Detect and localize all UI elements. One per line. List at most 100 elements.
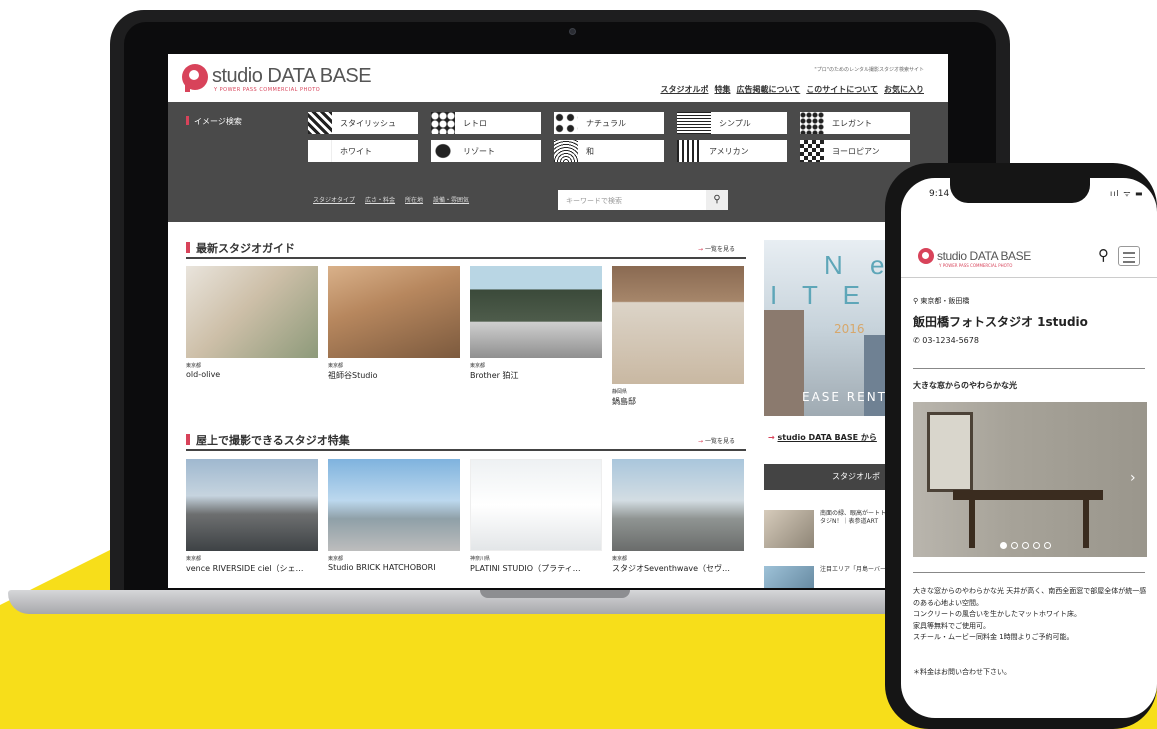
hamburger-menu-icon[interactable] (1118, 246, 1140, 266)
tile-label: ホワイト (340, 146, 372, 156)
marketing-stage: studio DATA BASE Y POWER PASS COMMERCIAL… (0, 0, 1157, 729)
european-pattern-icon (800, 140, 824, 162)
tile-retro[interactable]: レトロ (431, 112, 541, 134)
carousel-dot[interactable] (1000, 542, 1007, 549)
subnav-equipment[interactable]: 設備・雰囲気 (433, 195, 469, 204)
sidebar-link[interactable]: studio DATA BASE から (768, 432, 877, 443)
tile-stylish[interactable]: スタイリッシュ (308, 112, 418, 134)
banner-bottom-text: EASE RENT (802, 390, 888, 404)
studio-name[interactable]: old-olive (186, 370, 326, 379)
carousel-dot[interactable] (1044, 542, 1051, 549)
studio-photo (186, 459, 318, 551)
guide-more-link[interactable]: 一覧を見る (698, 244, 735, 253)
banner-year: 2016 (834, 322, 865, 336)
divider (913, 368, 1145, 369)
tile-simple[interactable]: シンプル (677, 112, 787, 134)
sidebar-link-text[interactable]: studio DATA BASE から (778, 433, 877, 442)
studio-photo (470, 459, 602, 551)
tile-label: エレガント (832, 118, 872, 128)
studio-name[interactable]: 祖師谷Studio (328, 370, 468, 381)
tile-label: ヨーロピアン (832, 146, 880, 156)
tile-white[interactable]: ホワイト (308, 140, 418, 162)
simple-pattern-icon (677, 112, 711, 134)
search-icon[interactable]: ⚲ (706, 190, 728, 210)
studio-card[interactable]: 東京都 祖師谷Studio (328, 266, 468, 381)
studio-card[interactable]: 東京都 old-olive (186, 266, 326, 379)
phone-logo-icon[interactable] (918, 248, 934, 264)
studio-location: ⚲ 東京都・飯田橋 (913, 296, 969, 306)
studio-phone[interactable]: ✆ 03-1234-5678 (913, 336, 979, 345)
image-search-label: イメージ検索 (186, 116, 242, 127)
studio-phone-number[interactable]: 03-1234-5678 (922, 336, 979, 345)
studio-card[interactable]: 東京都 Brother 狛江 (470, 266, 610, 381)
phone-logo-subtext: Y POWER PASS COMMERCIAL PHOTO (939, 263, 1013, 268)
studio-card[interactable]: 静岡県 鍋島邸 (612, 266, 752, 407)
logo-text[interactable]: studio DATA BASE (212, 65, 372, 88)
table-leg (1083, 500, 1089, 548)
tile-american[interactable]: アメリカン (677, 140, 787, 162)
subnav-location[interactable]: 所在地 (405, 195, 423, 204)
phone-logo-text[interactable]: studio DATA BASE (937, 249, 1031, 263)
studio-name[interactable]: スタジオSeventhwave（セヴ… (612, 563, 752, 574)
description-line: コンクリートの風合いを生かしたマットホワイト床。 (913, 610, 1081, 618)
studio-name[interactable]: PLATINI STUDIO（プラティ… (470, 563, 610, 574)
studio-name[interactable]: 鍋島邸 (612, 396, 752, 407)
phone-icon: ✆ (913, 336, 923, 345)
studio-photo (328, 266, 460, 358)
tile-european[interactable]: ヨーロピアン (800, 140, 910, 162)
divider (913, 572, 1145, 573)
tile-label: スタイリッシュ (340, 118, 396, 128)
nav-feature[interactable]: 特集 (714, 84, 730, 95)
header-nav: スタジオルポ 特集 広告掲載について このサイトについて お気に入り (660, 84, 924, 95)
studio-prefecture: 東京都 (612, 556, 628, 562)
retro-pattern-icon (431, 112, 455, 134)
chevron-right-icon[interactable]: › (1130, 470, 1136, 486)
tile-japanese[interactable]: 和 (554, 140, 664, 162)
sidebar-thumbnail (764, 510, 814, 548)
keyword-search-input[interactable]: キーワードで検索 (558, 190, 728, 210)
tile-elegant[interactable]: エレガント (800, 112, 910, 134)
tile-label: ナチュラル (586, 118, 626, 128)
image-search-tiles: スタイリッシュ レトロ ナチュラル シンプル エレガント ホワイト リゾート 和… (308, 112, 910, 162)
tile-natural[interactable]: ナチュラル (554, 112, 664, 134)
studio-prefecture: 東京都 (328, 556, 344, 562)
tile-resort[interactable]: リゾート (431, 140, 541, 162)
nav-studio-repo[interactable]: スタジオルポ (660, 84, 708, 95)
tile-label: アメリカン (709, 146, 749, 156)
feature-divider (186, 449, 746, 451)
studio-prefecture: 東京都 (186, 556, 202, 562)
subnav-studio-type[interactable]: スタジオタイプ (313, 195, 355, 204)
studio-card[interactable]: 東京都 Studio BRICK HATCHOBORI (328, 459, 468, 572)
studio-title: 飯田橋フォトスタジオ 1studio (913, 315, 1088, 329)
studio-prefecture: 神奈川県 (470, 556, 491, 562)
laptop-screen: studio DATA BASE Y POWER PASS COMMERCIAL… (168, 54, 948, 588)
stylish-pattern-icon (308, 112, 332, 134)
search-icon[interactable]: ⚲ (1098, 246, 1109, 264)
tile-label: リゾート (463, 146, 495, 156)
image-search-band: イメージ検索 スタイリッシュ レトロ ナチュラル シンプル エレガント ホワイト… (168, 102, 948, 222)
price-note: ＊料金はお問い合わせ下さい。 (913, 668, 1011, 676)
phone-time: 9:14 (929, 189, 950, 199)
carousel-dot[interactable] (1011, 542, 1018, 549)
photo-caption-title: 大きな窓からのやわらかな光 (913, 381, 1017, 390)
search-subnav: スタジオタイプ 広さ・料金 所在地 設備・雰囲気 (313, 195, 469, 204)
subnav-size-price[interactable]: 広さ・料金 (365, 195, 395, 204)
nav-favorites[interactable]: お気に入り (884, 84, 924, 95)
logo-stem (185, 80, 190, 92)
studio-name[interactable]: Studio BRICK HATCHOBORI (328, 563, 468, 572)
studio-card[interactable]: 神奈川県 PLATINI STUDIO（プラティ… (470, 459, 610, 574)
studio-card[interactable]: 東京都 スタジオSeventhwave（セヴ… (612, 459, 752, 574)
guide-divider (186, 257, 746, 259)
studio-name[interactable]: vence RIVERSIDE ciel（シェ… (186, 563, 326, 574)
studio-card[interactable]: 東京都 vence RIVERSIDE ciel（シェ… (186, 459, 326, 574)
feature-more-link[interactable]: 一覧を見る (698, 436, 735, 445)
studio-prefecture: 東京都 (470, 363, 486, 369)
carousel-dot[interactable] (1022, 542, 1029, 549)
studio-photo-carousel[interactable] (913, 402, 1147, 557)
studio-name[interactable]: Brother 狛江 (470, 370, 610, 381)
carousel-dot[interactable] (1033, 542, 1040, 549)
nav-advertise[interactable]: 広告掲載について (736, 84, 800, 95)
phone-notch (950, 175, 1090, 203)
nav-about[interactable]: このサイトについて (806, 84, 878, 95)
banner-building (764, 310, 804, 416)
